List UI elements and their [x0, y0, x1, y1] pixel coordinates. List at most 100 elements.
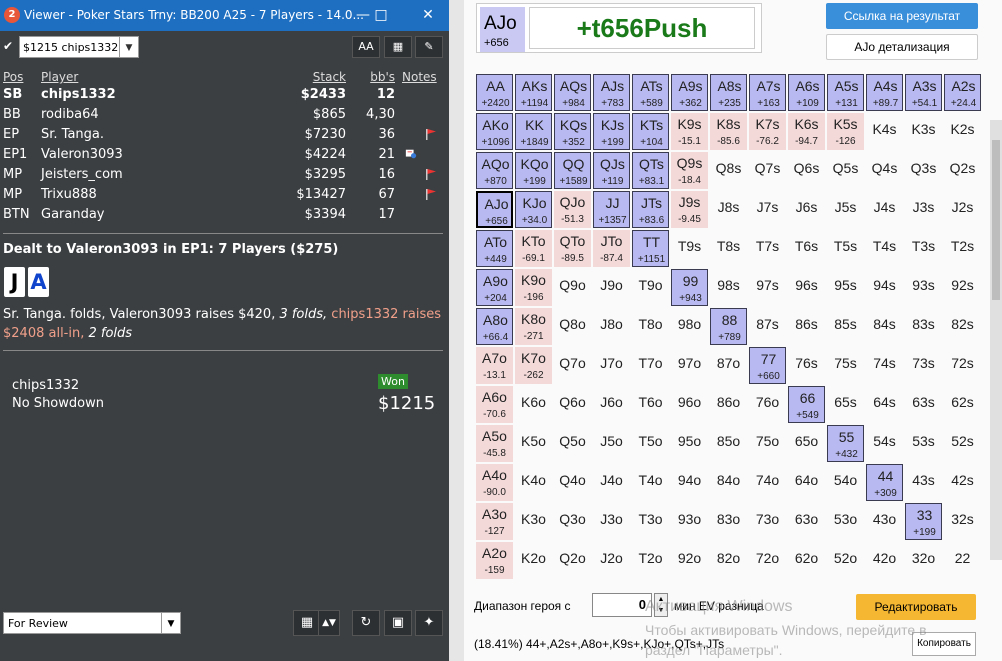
range-cell[interactable]: 55 +432	[827, 425, 864, 462]
range-cell[interactable]: JTo -87.4	[593, 230, 630, 267]
range-cell[interactable]: J8o	[593, 308, 630, 345]
range-cell[interactable]: AQs +984	[554, 74, 591, 111]
range-cell[interactable]: 97o	[671, 347, 708, 384]
range-cell[interactable]: 33 +199	[905, 503, 942, 540]
hand-select[interactable]: $1215 chips1332 ▼	[19, 36, 139, 58]
range-cell[interactable]: Q4s	[866, 152, 903, 189]
hand-detail-button[interactable]: AJo детализация	[826, 34, 978, 60]
refresh-icon[interactable]: ↻	[352, 610, 380, 636]
range-cell[interactable]: 96o	[671, 386, 708, 423]
range-cell[interactable]: 92s	[944, 269, 981, 306]
range-cell[interactable]: K5o	[515, 425, 552, 462]
range-cell[interactable]: J3o	[593, 503, 630, 540]
range-cell[interactable]: 72s	[944, 347, 981, 384]
min-ev-input[interactable]: 0	[592, 593, 652, 617]
range-cell[interactable]: 43s	[905, 464, 942, 501]
range-cell[interactable]: K6o	[515, 386, 552, 423]
range-cell[interactable]: T2s	[944, 230, 981, 267]
range-cell[interactable]: 63s	[905, 386, 942, 423]
header-notes[interactable]: Notes	[402, 70, 437, 84]
range-cell[interactable]: 63o	[788, 503, 825, 540]
range-cell[interactable]: KK +1849	[515, 113, 552, 150]
range-cell[interactable]: KJo +34.0	[515, 191, 552, 228]
range-cell[interactable]: 73s	[905, 347, 942, 384]
range-cell[interactable]: T6o	[632, 386, 669, 423]
range-cell[interactable]: J2s	[944, 191, 981, 228]
range-cell[interactable]: K9s -15.1	[671, 113, 708, 150]
range-cell[interactable]: Q6s	[788, 152, 825, 189]
range-cell[interactable]: 73o	[749, 503, 786, 540]
range-cell[interactable]: Q9s -18.4	[671, 152, 708, 189]
range-cell[interactable]: AQo +870	[476, 152, 513, 189]
range-cell[interactable]: K3s	[905, 113, 942, 150]
range-cell[interactable]: Q8s	[710, 152, 747, 189]
range-cell[interactable]: J4o	[593, 464, 630, 501]
range-cell[interactable]: 54s	[866, 425, 903, 462]
range-cell[interactable]: 95o	[671, 425, 708, 462]
range-cell[interactable]: 94s	[866, 269, 903, 306]
range-cell[interactable]: 86s	[788, 308, 825, 345]
range-cell[interactable]: 95s	[827, 269, 864, 306]
range-cell[interactable]: 32o	[905, 542, 942, 579]
player-row[interactable]: MP Jeisters_com $3295 16	[0, 165, 449, 185]
range-cell[interactable]: 53s	[905, 425, 942, 462]
range-cell[interactable]: 62o	[788, 542, 825, 579]
header-stack[interactable]: Stack	[313, 70, 346, 84]
range-cell[interactable]: J6o	[593, 386, 630, 423]
range-cell[interactable]: 65s	[827, 386, 864, 423]
range-cell[interactable]: A9s +362	[671, 74, 708, 111]
range-cell[interactable]: J9s -9.45	[671, 191, 708, 228]
range-cell[interactable]: 52o	[827, 542, 864, 579]
range-cell[interactable]: A2o -159	[476, 542, 513, 579]
range-cell[interactable]: A8o +66.4	[476, 308, 513, 345]
range-cell[interactable]: Q2o	[554, 542, 591, 579]
range-cell[interactable]: 76o	[749, 386, 786, 423]
header-pos[interactable]: Pos	[3, 70, 23, 84]
flag-icon[interactable]	[425, 128, 437, 140]
range-cell[interactable]: Q3o	[554, 503, 591, 540]
range-cell[interactable]: J5s	[827, 191, 864, 228]
range-cell[interactable]: 88 +789	[710, 308, 747, 345]
range-cell[interactable]: Q6o	[554, 386, 591, 423]
range-cell[interactable]: T3s	[905, 230, 942, 267]
player-row[interactable]: BTN Garanday $3394 17	[0, 205, 449, 225]
pencil-icon[interactable]: ✎	[415, 36, 443, 58]
range-cell[interactable]: 42s	[944, 464, 981, 501]
range-cell[interactable]: K4o	[515, 464, 552, 501]
range-cell[interactable]: QTo -89.5	[554, 230, 591, 267]
range-cell[interactable]: 84s	[866, 308, 903, 345]
range-cell[interactable]: T4o	[632, 464, 669, 501]
range-cell[interactable]: Q5s	[827, 152, 864, 189]
range-cell[interactable]: Q4o	[554, 464, 591, 501]
header-player[interactable]: Player	[41, 70, 78, 84]
range-cell[interactable]: JTs +83.6	[632, 191, 669, 228]
range-cell[interactable]: 93o	[671, 503, 708, 540]
range-cell[interactable]: Q7s	[749, 152, 786, 189]
player-row[interactable]: SB chips1332 $2433 12	[0, 85, 449, 105]
range-cell[interactable]: A8s +235	[710, 74, 747, 111]
player-row[interactable]: BB rodiba64 $865 4,30	[0, 105, 449, 125]
close-icon[interactable]: ✕	[411, 0, 445, 31]
range-cell[interactable]: 92o	[671, 542, 708, 579]
range-cell[interactable]: 43o	[866, 503, 903, 540]
range-cell[interactable]: 85s	[827, 308, 864, 345]
range-cell[interactable]: AKo +1096	[476, 113, 513, 150]
range-cell[interactable]: KJs +199	[593, 113, 630, 150]
range-cell[interactable]: J8s	[710, 191, 747, 228]
range-cell[interactable]: T9s	[671, 230, 708, 267]
range-cell[interactable]: 96s	[788, 269, 825, 306]
range-cell[interactable]: J2o	[593, 542, 630, 579]
range-cell[interactable]: 98o	[671, 308, 708, 345]
result-link-button[interactable]: Ссылка на результат	[826, 3, 978, 29]
range-cell[interactable]: A6o -70.6	[476, 386, 513, 423]
check-icon[interactable]: ✔	[3, 40, 15, 52]
range-cell[interactable]: Q8o	[554, 308, 591, 345]
range-cell[interactable]: Q9o	[554, 269, 591, 306]
range-cell[interactable]: AJs +783	[593, 74, 630, 111]
range-cell[interactable]: 83s	[905, 308, 942, 345]
maximize-icon[interactable]: □	[364, 0, 398, 31]
font-size-button[interactable]: AA	[352, 36, 380, 58]
range-cell[interactable]: AJo +656	[476, 191, 513, 228]
range-cell[interactable]: A5s +131	[827, 74, 864, 111]
range-cell[interactable]: K3o	[515, 503, 552, 540]
